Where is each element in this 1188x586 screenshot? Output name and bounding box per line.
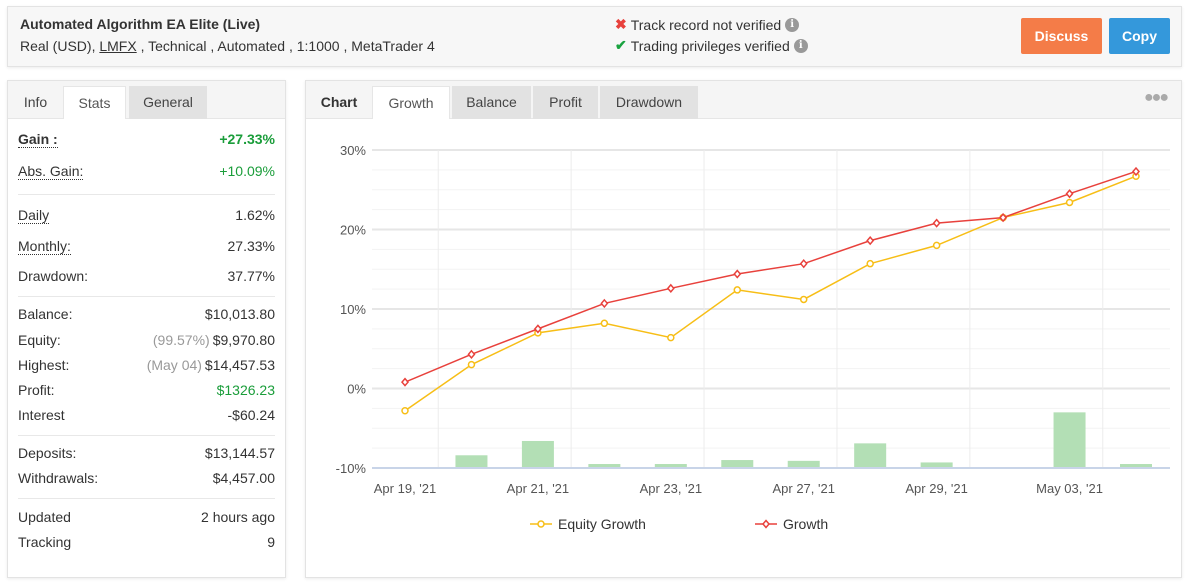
bar (455, 455, 488, 468)
data-point (866, 235, 875, 246)
bar (787, 460, 820, 468)
data-point (401, 377, 409, 387)
bar (521, 440, 554, 468)
bar (1053, 412, 1086, 468)
data-point (1065, 198, 1074, 207)
bar (854, 443, 887, 468)
data-point (733, 269, 742, 279)
x-tick-label: Apr 21, '21 (507, 481, 569, 496)
y-tick-label: 0% (347, 382, 366, 397)
x-tick-label: Apr 23, '21 (640, 481, 702, 496)
data-point (467, 360, 476, 369)
data-point (733, 286, 742, 294)
x-tick-label: Apr 27, '21 (772, 481, 834, 496)
y-tick-label: -10% (336, 461, 367, 476)
data-point (866, 259, 874, 268)
data-point (600, 319, 609, 328)
data-point (1065, 189, 1074, 199)
legend-marker (762, 519, 770, 529)
data-point (401, 407, 409, 415)
data-point (600, 298, 609, 309)
x-tick-label: Apr 29, '21 (905, 481, 967, 496)
data-point (799, 259, 808, 269)
data-point (667, 333, 675, 342)
series-line (404, 175, 1137, 412)
x-tick-label: Apr 19, '21 (374, 481, 436, 496)
legend-label[interactable]: Growth (783, 516, 828, 532)
y-tick-label: 10% (340, 302, 366, 317)
series-line (404, 170, 1137, 383)
legend-label[interactable]: Equity Growth (558, 516, 646, 532)
data-point (932, 241, 941, 250)
legend-marker (537, 520, 545, 528)
data-point (932, 218, 941, 228)
x-tick-label: May 03, '21 (1036, 481, 1103, 496)
y-tick-label: 20% (340, 223, 366, 238)
y-tick-label: 30% (340, 143, 366, 158)
data-point (799, 295, 808, 304)
data-point (467, 349, 476, 359)
data-point (666, 283, 675, 293)
growth-chart: 30% 20% 10% 0% -10% Apr 19, '21 Apr 21, '21 Apr… (336, 143, 1170, 532)
bar (721, 460, 754, 468)
